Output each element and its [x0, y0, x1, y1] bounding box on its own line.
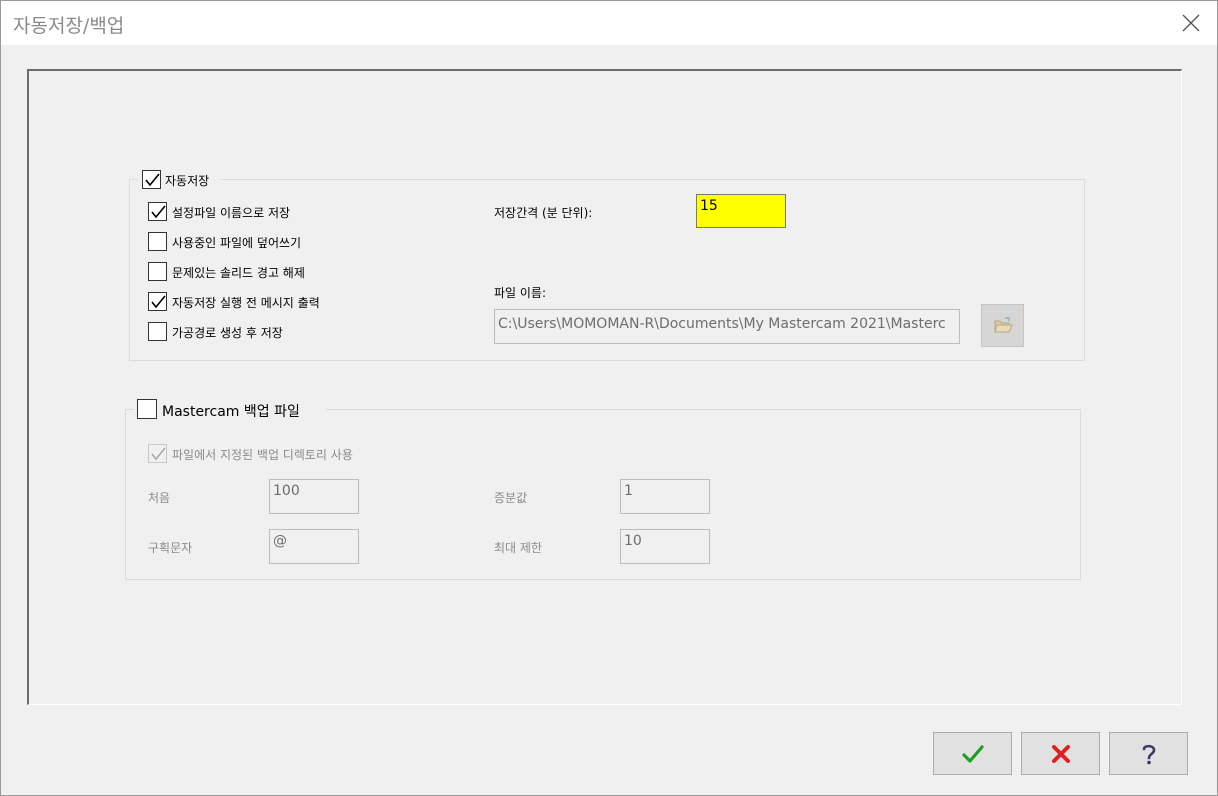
dialog-title: 자동저장/백업: [13, 15, 125, 37]
ok-button[interactable]: [933, 732, 1012, 775]
option-save-after-toolpath-checkbox[interactable]: [148, 322, 167, 341]
browse-folder-button[interactable]: [981, 304, 1024, 347]
autosave-checkbox[interactable]: [142, 170, 161, 189]
option-overwrite-label: 사용중인 파일에 덮어쓰기: [172, 236, 302, 250]
green-check-icon: [934, 733, 1011, 774]
option-disable-solid-warning-label: 문제있는 솔리드 경고 해제: [172, 266, 305, 280]
autosave-group-label: 자동저장: [165, 174, 210, 188]
interval-input[interactable]: 15: [696, 194, 786, 228]
autosave-backup-dialog: 자동저장/백업 자동저장 설정파일 이름으로 저장 사용중인 파일에 덮어쓰기 …: [0, 0, 1218, 796]
backup-group-label: Mastercam 백업 파일: [162, 404, 300, 420]
option-save-config-name-checkbox[interactable]: [148, 202, 167, 221]
first-label: 처음: [148, 491, 171, 505]
option-disable-solid-warning-checkbox[interactable]: [148, 262, 167, 281]
delimiter-label: 구획문자: [148, 541, 193, 555]
max-limit-input[interactable]: 10: [620, 529, 710, 564]
folder-open-icon: [982, 305, 1023, 346]
increment-label: 증분값: [494, 491, 528, 505]
first-input[interactable]: 100: [269, 479, 359, 514]
increment-input[interactable]: 1: [620, 479, 710, 514]
use-backup-dir-checkbox[interactable]: [148, 444, 167, 463]
backup-checkbox[interactable]: [137, 399, 157, 419]
delimiter-input[interactable]: @: [269, 529, 359, 564]
question-mark-icon: [1110, 733, 1187, 774]
cancel-button[interactable]: [1021, 732, 1100, 775]
option-overwrite-checkbox[interactable]: [148, 232, 167, 251]
option-save-after-toolpath-label: 가공경로 생성 후 저장: [172, 326, 283, 340]
max-limit-label: 최대 제한: [494, 541, 542, 555]
content-panel: [27, 69, 1182, 705]
filename-label: 파일 이름:: [494, 286, 547, 300]
option-prompt-before-save-label: 자동저장 실행 전 메시지 출력: [172, 296, 320, 310]
red-x-icon: [1022, 733, 1099, 774]
filename-input[interactable]: C:\Users\MOMOMAN-R\Documents\My Masterca…: [494, 309, 960, 344]
close-icon[interactable]: [1179, 11, 1203, 35]
interval-label: 저장간격 (분 단위):: [494, 206, 593, 220]
option-save-config-name-label: 설정파일 이름으로 저장: [172, 206, 291, 220]
help-button[interactable]: [1109, 732, 1188, 775]
title-bar: 자동저장/백업: [1, 1, 1217, 45]
option-prompt-before-save-checkbox[interactable]: [148, 292, 167, 311]
use-backup-dir-label: 파일에서 지정된 백업 디렉토리 사용: [172, 448, 353, 462]
